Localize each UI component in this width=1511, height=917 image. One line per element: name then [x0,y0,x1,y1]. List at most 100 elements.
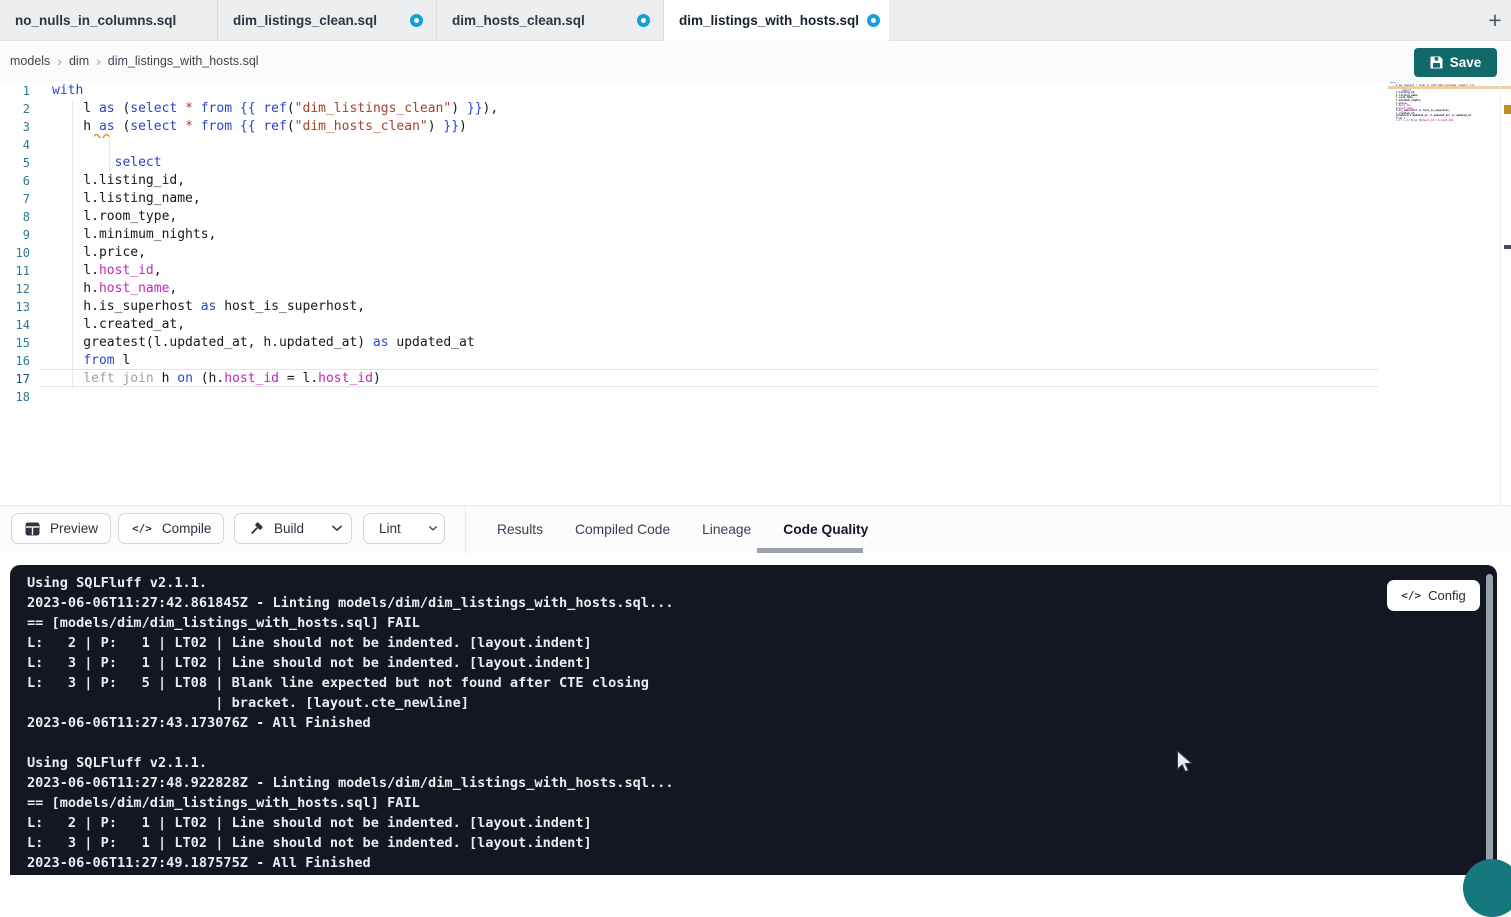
tab-results[interactable]: Results [497,522,543,537]
line-number: 15 [0,334,30,352]
code-line: with [52,82,83,100]
compile-button-label: Compile [160,521,214,536]
breadcrumb-models[interactable]: models [10,54,50,68]
lint-split-button: Lint [363,513,445,544]
chevron-right-icon: › [96,54,101,68]
tab-label: dim_hosts_clean.sql [452,13,585,28]
terminal-scrollbar-thumb[interactable] [1486,574,1493,872]
chevron-down-icon [332,525,342,532]
line-number: 1 [0,82,30,100]
code-editor[interactable]: 123456789101112131415161718 with l as (s… [0,82,1511,505]
terminal-line: == [models/dim/dim_listings_with_hosts.s… [27,613,420,633]
line-number: 12 [0,280,30,298]
chevron-down-icon [429,525,437,532]
toolbar-divider [465,506,466,553]
editor-tab-dim_hosts_clean.sql[interactable]: dim_hosts_clean.sql [437,0,664,40]
lint-dropdown-button[interactable] [416,514,450,543]
tab-lineage[interactable]: Lineage [702,522,751,537]
line-number: 9 [0,226,30,244]
new-tab-button[interactable]: + [1481,6,1509,34]
line-number: 11 [0,262,30,280]
terminal-line: | bracket. [layout.cte_newline] [27,693,469,713]
minimap[interactable]: with l as (select * from {{ ref("dim_lis… [1390,82,1490,202]
line-number: 10 [0,244,30,262]
config-button-label: Config [1428,588,1466,603]
line-number: 13 [0,298,30,316]
code-line: l.created_at, [52,316,185,334]
minimap-line: left join h on (h.host_id = l.host_id) [1390,120,1490,123]
build-dropdown-button[interactable] [319,514,355,543]
mouse-cursor [1176,750,1194,774]
save-button[interactable]: Save [1414,48,1497,77]
terminal-line: Using SQLFluff v2.1.1. [27,573,207,593]
save-button-label: Save [1450,55,1482,70]
line-number: 5 [0,154,30,172]
lint-button-label: Lint [377,521,403,536]
modified-dot-icon [867,14,880,27]
overview-ruler-divider [1500,82,1501,505]
terminal-line: 2023-06-06T11:27:49.187575Z - All Finish… [27,853,371,873]
terminal-line: 2023-06-06T11:27:48.922828Z - Linting mo… [27,773,674,793]
terminal-line: 2023-06-06T11:27:42.861845Z - Linting mo… [27,593,674,613]
line-number: 7 [0,190,30,208]
help-chat-bubble-button[interactable] [1463,859,1511,917]
overview-ruler-cursor-marker [1504,245,1511,249]
line-number: 6 [0,172,30,190]
hammer-icon [248,521,264,537]
code-brackets-icon: </> [1401,589,1421,602]
tab-label: dim_listings_clean.sql [233,13,377,28]
tab-label: no_nulls_in_columns.sql [15,13,176,28]
code-line: l as (select * from {{ ref("dim_listings… [52,100,498,118]
minimap-warning-band [1388,86,1511,89]
line-number: 4 [0,136,30,154]
line-number: 17 [0,370,30,388]
config-button[interactable]: </> Config [1387,580,1480,611]
code-line: l.price, [52,244,146,262]
results-tab-strip: Results Compiled Code Lineage Code Quality [497,506,868,553]
code-line: l.minimum_nights, [52,226,216,244]
modified-dot-icon [637,14,650,27]
line-number: 14 [0,316,30,334]
file-header-row: models › dim › dim_listings_with_hosts.s… [0,41,1511,84]
code-line: from l [52,352,130,370]
editor-tab-dim_listings_clean.sql[interactable]: dim_listings_clean.sql [218,0,437,40]
build-button[interactable]: Build [235,514,319,543]
active-tab-underline [757,548,863,553]
preview-button-label: Preview [48,521,100,536]
editor-tab-no_nulls_in_columns.sql[interactable]: no_nulls_in_columns.sql [0,0,218,40]
terminal-output-panel[interactable]: </> Config Using SQLFluff v2.1.1.2023-06… [10,565,1497,875]
terminal-line: L: 2 | P: 1 | LT02 | Line should not be … [27,633,592,653]
line-number: 18 [0,388,30,406]
terminal-line: L: 3 | P: 1 | LT02 | Line should not be … [27,833,592,853]
preview-button[interactable]: Preview [11,513,111,544]
lint-warning-squiggle-icon [94,132,114,138]
table-icon [25,522,40,536]
terminal-line: L: 3 | P: 5 | LT08 | Blank line expected… [27,673,649,693]
compile-button[interactable]: </> Compile [118,513,224,544]
floppy-disk-icon [1430,56,1443,69]
build-split-button: Build [234,513,352,544]
breadcrumb-dim[interactable]: dim [69,54,89,68]
modified-dot-icon [410,14,423,27]
dbt-ide-screen: { "tabbar": { "tabs": [ {"label": "no_nu… [0,0,1511,875]
breadcrumb: models › dim › dim_listings_with_hosts.s… [10,54,259,68]
terminal-line: L: 2 | P: 1 | LT02 | Line should not be … [27,813,592,833]
lint-button[interactable]: Lint [364,514,416,543]
editor-tab-dim_listings_with_hosts.sql[interactable]: dim_listings_with_hosts.sql [664,0,889,41]
terminal-line: == [models/dim/dim_listings_with_hosts.s… [27,793,420,813]
code-line: h.host_name, [52,280,177,298]
terminal-line: L: 3 | P: 1 | LT02 | Line should not be … [27,653,592,673]
overview-ruler-warning-marker [1504,105,1511,114]
tab-code-quality[interactable]: Code Quality [783,522,868,537]
line-number: 3 [0,118,30,136]
build-button-label: Build [272,521,306,536]
breadcrumb-file[interactable]: dim_listings_with_hosts.sql [108,54,259,68]
code-line: h.is_superhost as host_is_superhost, [52,298,365,316]
code-line: select [52,154,162,172]
line-number: 8 [0,208,30,226]
code-line: l.room_type, [52,208,177,226]
tab-compiled-code[interactable]: Compiled Code [575,522,670,537]
tab-label: dim_listings_with_hosts.sql [679,13,859,28]
code-line: l.listing_id, [52,172,185,190]
code-line: l.host_id, [52,262,162,280]
